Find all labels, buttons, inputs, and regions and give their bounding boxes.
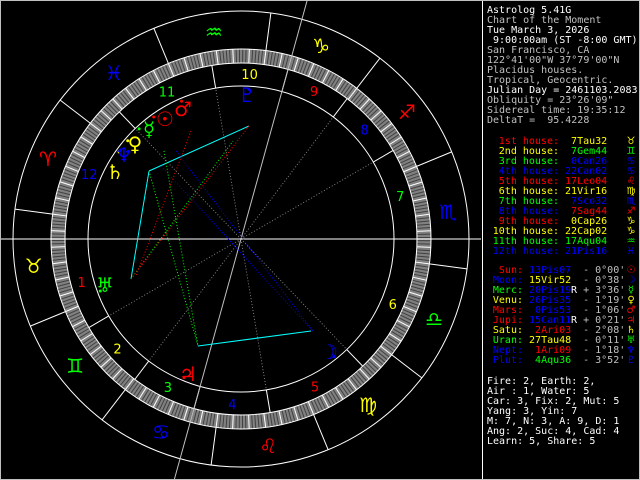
planet-glyph-icon: ♇ xyxy=(626,355,636,366)
planet-row: Plut: 4Aqu36 - 3°52' xyxy=(487,356,625,366)
house-cusp-line xyxy=(88,315,110,328)
aspect-line xyxy=(130,125,250,280)
planet-merc-icon: ☿ xyxy=(143,117,155,141)
aspect-line xyxy=(175,150,314,332)
house-label: 12th house: xyxy=(492,246,559,257)
aspect-line xyxy=(148,170,199,347)
house-position: 21Pis16 xyxy=(565,246,608,257)
planet-marker xyxy=(180,99,184,103)
astrolog-window: ♈ ♉ ♊ ♋ ♌ ♍ ♎ ♏ ♐ ♑ ♒ ♓ 1 2 3 4 5 6 7 8 9 10 11 12 ☉ ☽ ☿ ♀ ♂ ♃ ♄ ♅ ♆ ♇ As… xyxy=(0,0,640,480)
degree-tick xyxy=(51,230,66,232)
delta-t: DeltaT = 95.4228 xyxy=(487,115,590,126)
house-cusp-line xyxy=(346,349,364,367)
degree-tick xyxy=(248,49,250,64)
planet-plut-icon: ♇ xyxy=(238,83,256,107)
zodiac-sign-icon: ♏ xyxy=(439,200,457,224)
house-cusp-ray xyxy=(134,128,242,240)
planet-marker xyxy=(137,127,141,131)
aspect-line xyxy=(160,165,314,332)
house-cusp-line xyxy=(134,360,150,380)
zodiac-sign-icon: ♒ xyxy=(205,20,223,44)
degree-tick xyxy=(248,414,250,429)
house-row: 12th house: 21Pis16 xyxy=(487,247,607,257)
house-number: 7 xyxy=(396,190,404,205)
zodiac-sign-icon: ♌ xyxy=(259,434,277,458)
sign-boundary xyxy=(313,414,329,450)
planet-name: Plut: xyxy=(492,355,523,366)
house-number: 1 xyxy=(78,276,86,291)
planet-sun-icon: ☉ xyxy=(156,107,174,131)
house-number: 6 xyxy=(389,298,397,313)
zodiac-sign-icon: ♍ xyxy=(359,393,377,417)
planet-marker xyxy=(98,289,102,293)
house-number: 3 xyxy=(164,381,172,396)
aspect-line xyxy=(130,140,234,280)
aspect-line xyxy=(135,130,192,277)
zodiac-sign-icon: ♓ xyxy=(105,61,123,85)
planet-moon-icon: ☽ xyxy=(320,340,338,364)
planet-marker xyxy=(182,376,186,380)
sign-boundary xyxy=(265,12,272,51)
house-number: 2 xyxy=(113,342,121,357)
sign-boundary xyxy=(14,208,53,215)
degree-tick xyxy=(51,246,66,248)
info-panel: Astrolog 5.41G Chart of the Moment Tue M… xyxy=(482,1,639,479)
house-number: 10 xyxy=(241,68,258,83)
sign-boundary xyxy=(30,311,66,327)
summary-line: Learn: 5, Share: 5 xyxy=(487,436,596,447)
degree-tick xyxy=(232,49,234,64)
sign-boundary xyxy=(59,99,91,124)
house-number: 12 xyxy=(81,168,98,183)
zodiac-sign-icon: ♎ xyxy=(425,307,443,331)
planet-uran-icon: ♅ xyxy=(96,273,114,297)
planet-marker xyxy=(126,139,130,143)
zodiac-sign-icon: ♉ xyxy=(25,254,43,278)
sign-boundary xyxy=(210,427,217,466)
zodiac-sign-icon: ♈ xyxy=(39,147,57,171)
house-cusp-line xyxy=(211,65,217,89)
house-cusp-ray xyxy=(148,238,242,362)
degree-tick xyxy=(232,414,234,429)
planet-marker xyxy=(118,148,122,152)
planet-position: 4Aqu36 xyxy=(529,355,572,366)
sign-boundary xyxy=(153,28,169,64)
house-number: 5 xyxy=(311,380,319,395)
house-cusp-line xyxy=(265,389,271,413)
retrograde-flag xyxy=(571,355,577,366)
sign-boundary xyxy=(429,263,468,270)
sign-boundary xyxy=(391,354,423,379)
house-number: 4 xyxy=(228,398,236,413)
zodiac-sign-icon: ♋ xyxy=(152,420,170,444)
planet-marker xyxy=(332,355,336,359)
house-cusp-ray xyxy=(240,238,267,390)
zodiac-sign-icon: ♑ xyxy=(312,34,330,58)
planet-marker xyxy=(247,87,251,91)
house-number: 8 xyxy=(360,124,368,139)
planet-jupi-icon: ♃ xyxy=(179,362,197,386)
sign-glyph-icon: ♓ xyxy=(626,246,636,257)
house-cusp-ray xyxy=(240,161,374,240)
sign-boundary xyxy=(101,389,126,421)
zodiac-sign-icon: ♊ xyxy=(66,354,84,378)
house-number: 9 xyxy=(310,85,318,100)
house-cusp-line xyxy=(372,150,394,163)
zodiac-sign-icon: ♐ xyxy=(398,100,416,124)
house-cusp-line xyxy=(332,98,348,118)
chart-wheel: ♈♉♊♋♌♍♎♏♐♑♒♓123456789101112☉☽☿♀♂♃♄♅♆♇ xyxy=(1,1,481,479)
planet-declination-delta: - 3°52' xyxy=(583,355,626,366)
house-number: 11 xyxy=(159,86,176,101)
aspect-line xyxy=(148,125,250,172)
planet-nept-icon: ♆ xyxy=(115,143,133,167)
aspect-line xyxy=(130,170,150,280)
sign-boundary xyxy=(416,151,452,167)
house-cusp-ray xyxy=(215,88,242,240)
planet-mars-icon: ♂ xyxy=(174,97,192,121)
house-cusp-ray xyxy=(108,238,242,317)
sign-boundary xyxy=(356,57,381,89)
degree-tick xyxy=(416,246,431,248)
house-cusp-line xyxy=(118,111,136,129)
degree-tick xyxy=(416,230,431,232)
aspect-line xyxy=(163,150,199,347)
house-cusp-ray xyxy=(240,116,334,240)
